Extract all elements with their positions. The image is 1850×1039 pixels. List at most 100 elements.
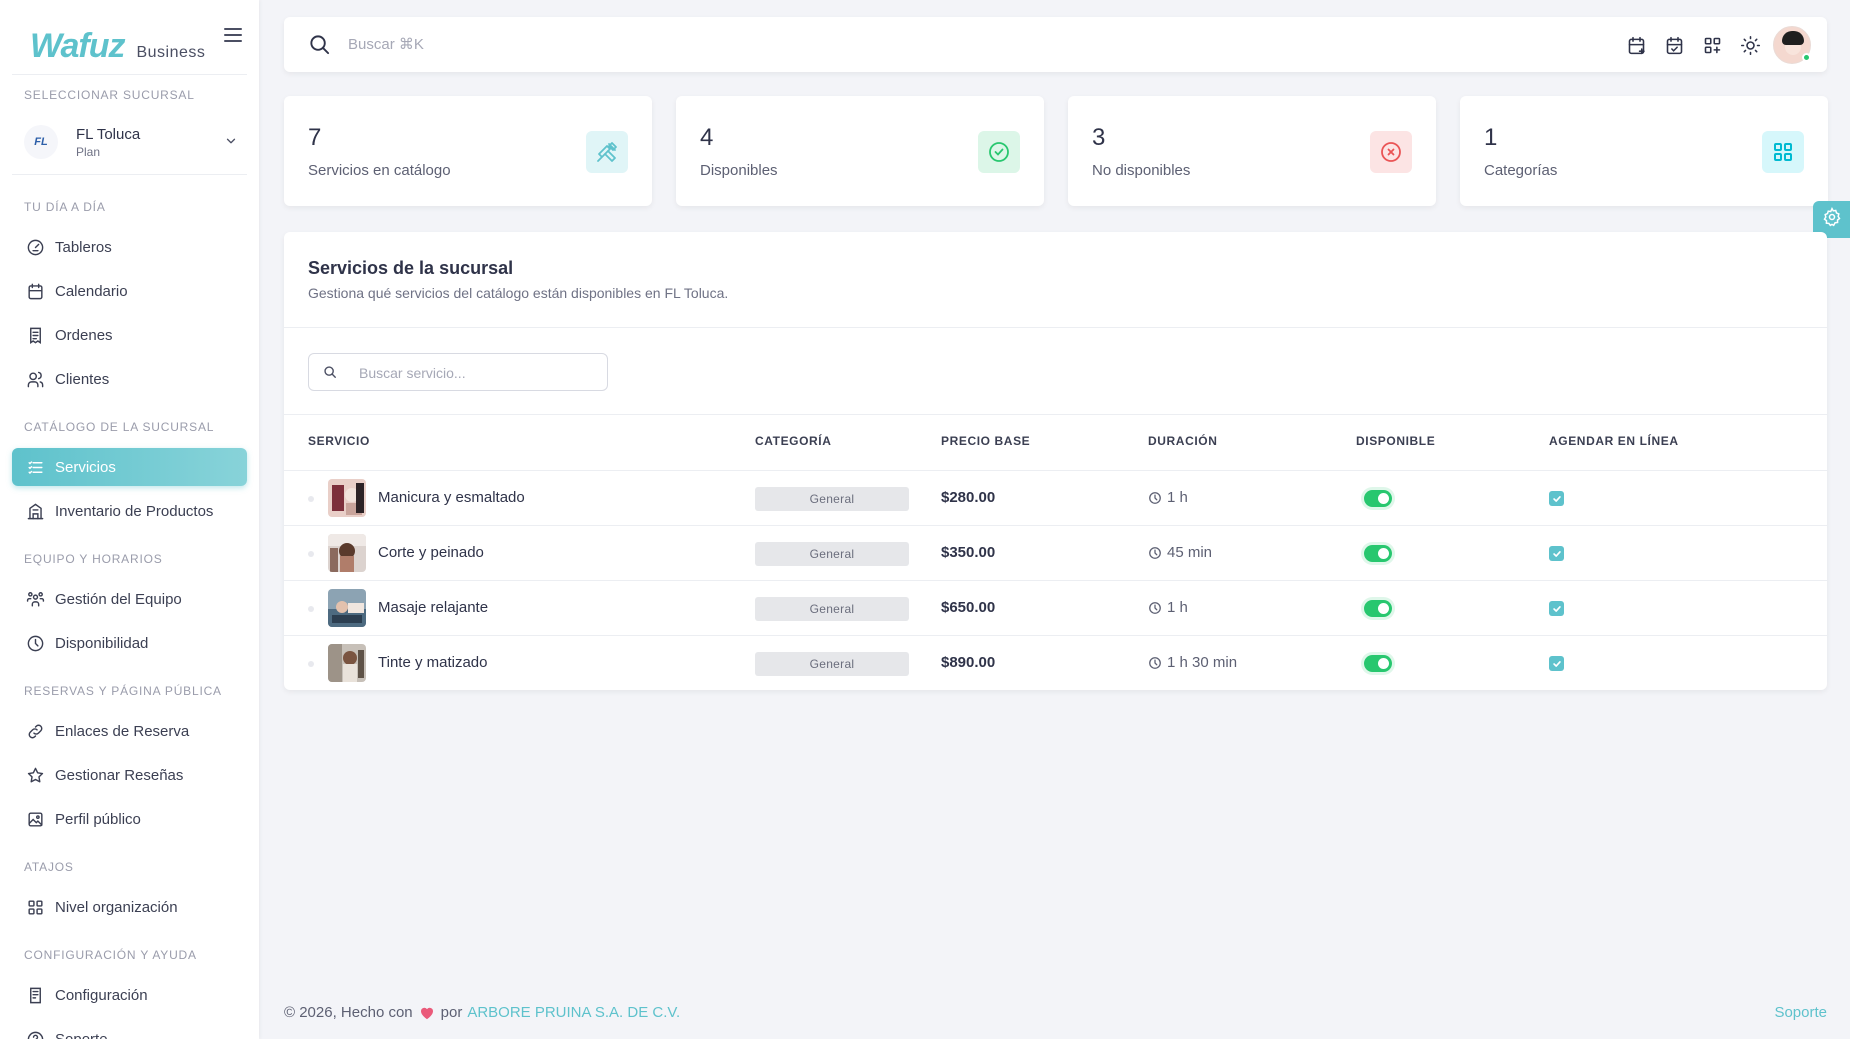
service-name: Masaje relajante — [378, 599, 489, 616]
sidebar-item-label: Perfil público — [55, 810, 141, 828]
footer-copyright: © 2026, Hecho con por ARBORE PRUINA S.A.… — [284, 1004, 680, 1021]
stat-value: 7 — [308, 124, 322, 151]
service-duration: 1 h 30 min — [1148, 654, 1237, 671]
settings-doc-icon — [25, 985, 45, 1005]
drag-handle[interactable] — [308, 551, 314, 557]
column-header-price[interactable]: PRECIO BASE — [941, 434, 1030, 448]
service-price: $650.00 — [941, 599, 996, 616]
sidebar-item-label: Servicios — [55, 458, 116, 476]
panel-subtitle: Gestiona qué servicios del catálogo está… — [308, 285, 729, 301]
brand[interactable]: Wafuz Business — [30, 16, 205, 66]
available-toggle[interactable] — [1364, 655, 1392, 672]
sidebar-item-nivel-organizacion[interactable]: Nivel organización — [12, 888, 247, 926]
search-icon[interactable] — [308, 33, 331, 61]
team-icon — [25, 589, 45, 609]
available-toggle[interactable] — [1364, 545, 1392, 562]
duration-value: 1 h — [1167, 599, 1188, 616]
list-icon — [25, 457, 45, 477]
stat-label: Categorías — [1484, 162, 1558, 179]
calendar-check-icon[interactable] — [1655, 26, 1693, 64]
online-booking-checkbox[interactable] — [1549, 546, 1564, 561]
star-icon — [25, 765, 45, 785]
table-row: Tinte y matizado General $890.00 1 h 30 … — [284, 635, 1827, 690]
column-header-duration[interactable]: DURACIÓN — [1148, 434, 1217, 448]
gear-icon — [1822, 207, 1842, 232]
sidebar-item-label: Tableros — [55, 238, 112, 256]
section-label-daily: TU DÍA A DÍA — [24, 200, 106, 214]
drag-handle[interactable] — [308, 606, 314, 612]
online-booking-checkbox[interactable] — [1549, 601, 1564, 616]
available-toggle[interactable] — [1364, 490, 1392, 507]
divider — [12, 74, 247, 75]
brand-subtitle: Business — [136, 44, 206, 61]
duration-value: 1 h — [1167, 489, 1188, 506]
sidebar-item-label: Calendario — [55, 282, 128, 300]
service-search-input[interactable] — [359, 362, 599, 384]
column-header-online[interactable]: AGENDAR EN LÍNEA — [1549, 434, 1679, 448]
building-icon — [25, 501, 45, 521]
sidebar-item-disponibilidad[interactable]: Disponibilidad — [12, 624, 247, 662]
panel-title: Servicios de la sucursal — [308, 258, 514, 278]
available-toggle[interactable] — [1364, 600, 1392, 617]
sidebar-item-label: Inventario de Productos — [55, 502, 214, 520]
sidebar-item-perfil[interactable]: Perfil público — [12, 800, 247, 838]
sidebar-item-ordenes[interactable]: Ordenes — [12, 316, 247, 354]
user-menu[interactable] — [1769, 26, 1811, 64]
service-thumbnail — [328, 644, 366, 682]
service-duration: 1 h — [1148, 599, 1188, 616]
sidebar-item-inventario[interactable]: Inventario de Productos — [12, 492, 247, 530]
image-icon — [25, 809, 45, 829]
duration-value: 45 min — [1167, 544, 1213, 561]
sidebar-item-enlaces[interactable]: Enlaces de Reserva — [12, 712, 247, 750]
calendar-plus-icon[interactable] — [1617, 26, 1655, 64]
sidebar-item-configuracion[interactable]: Configuración — [12, 976, 247, 1014]
sidebar-item-equipo[interactable]: Gestión del Equipo — [12, 580, 247, 618]
column-header-available[interactable]: DISPONIBLE — [1356, 434, 1435, 448]
company-link[interactable]: ARBORE PRUINA S.A. DE C.V. — [467, 1004, 680, 1021]
stat-card-categories: 1 Categorías — [1460, 96, 1828, 206]
sidebar-item-label: Clientes — [55, 370, 110, 388]
support-link[interactable]: Soporte — [1774, 1004, 1827, 1021]
section-label-branch: SELECCIONAR SUCURSAL — [24, 88, 195, 102]
section-label-catalog: CATÁLOGO DE LA SUCURSAL — [24, 420, 215, 434]
sidebar-item-label: Soporte — [55, 1030, 108, 1039]
online-booking-checkbox[interactable] — [1549, 491, 1564, 506]
sidebar-item-clientes[interactable]: Clientes — [12, 360, 247, 398]
service-thumbnail — [328, 534, 366, 572]
online-booking-checkbox[interactable] — [1549, 656, 1564, 671]
calendar-icon — [25, 281, 45, 301]
service-search — [308, 353, 608, 391]
check-circle-icon — [978, 131, 1020, 173]
global-search-input[interactable]: Buscar ⌘K — [348, 35, 424, 53]
drag-handle[interactable] — [308, 496, 314, 502]
users-icon — [25, 369, 45, 389]
category-badge: General — [755, 487, 909, 511]
online-status-dot — [1802, 53, 1811, 62]
service-thumbnail — [328, 589, 366, 627]
sidebar-item-tableros[interactable]: Tableros — [12, 228, 247, 266]
sidebar-item-resenas[interactable]: Gestionar Reseñas — [12, 756, 247, 794]
stat-label: Servicios en catálogo — [308, 162, 451, 179]
branch-selector[interactable]: FL FL Toluca Plan — [24, 120, 236, 164]
sidebar-item-label: Ordenes — [55, 326, 113, 344]
brand-logo: Wafuz — [30, 27, 125, 65]
service-name: Manicura y esmaltado — [378, 489, 525, 506]
sidebar-item-servicios[interactable]: Servicios — [12, 448, 247, 486]
drag-handle[interactable] — [308, 661, 314, 667]
sidebar-item-label: Gestión del Equipo — [55, 590, 182, 608]
section-label-team: EQUIPO Y HORARIOS — [24, 552, 163, 566]
sidebar-item-calendario[interactable]: Calendario — [12, 272, 247, 310]
menu-toggle-icon[interactable] — [224, 28, 242, 42]
sun-icon[interactable] — [1731, 26, 1769, 64]
table-row: Corte y peinado General $350.00 45 min — [284, 525, 1827, 580]
service-price: $280.00 — [941, 489, 996, 506]
column-header-category[interactable]: CATEGORÍA — [755, 434, 832, 448]
column-header-service[interactable]: SERVICIO — [308, 434, 370, 448]
apps-icon[interactable] — [1693, 26, 1731, 64]
clock-icon — [1148, 601, 1162, 615]
sidebar-item-label: Configuración — [55, 986, 148, 1004]
grid-icon — [25, 897, 45, 917]
branch-plan: Plan — [76, 144, 101, 159]
sidebar-item-soporte[interactable]: Soporte — [12, 1020, 247, 1039]
table-row: Manicura y esmaltado General $280.00 1 h — [284, 470, 1827, 525]
